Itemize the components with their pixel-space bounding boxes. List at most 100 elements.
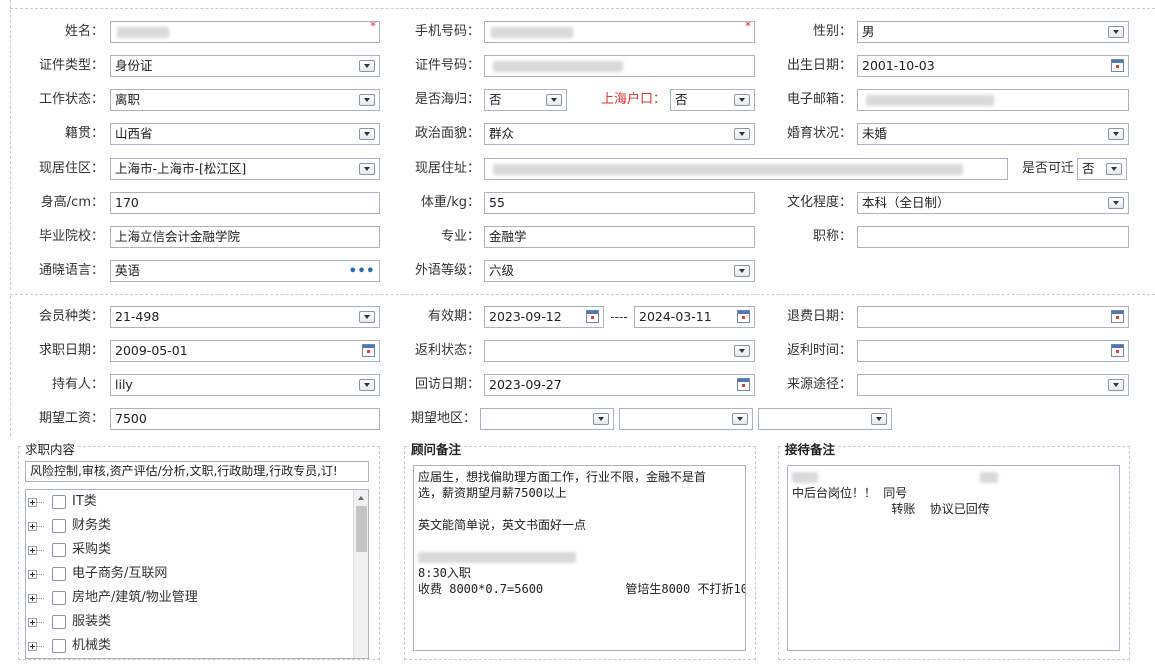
valid-start-input[interactable]: 2023-09-12 (484, 306, 604, 328)
chevron-down-icon[interactable] (1108, 128, 1124, 140)
hukou-select[interactable]: 否 (670, 89, 755, 111)
checkbox[interactable] (52, 519, 66, 533)
calendar-icon[interactable] (1111, 344, 1124, 357)
refund-date-input[interactable] (857, 306, 1129, 328)
email-input[interactable] (857, 89, 1129, 111)
chevron-down-icon[interactable] (1106, 163, 1122, 175)
chevron-down-icon[interactable] (1108, 379, 1124, 391)
checkbox[interactable] (52, 591, 66, 605)
tree-item-label: 服装类 (72, 614, 112, 629)
valid-start-value: 2023-09-12 (489, 309, 562, 324)
chevron-down-icon[interactable] (734, 345, 750, 357)
more-icon[interactable]: ••• (349, 262, 375, 281)
residence-addr-input[interactable] (484, 158, 1008, 180)
tree-connector (37, 526, 44, 527)
expand-icon[interactable] (28, 642, 37, 651)
checkbox[interactable] (52, 543, 66, 557)
calendar-icon[interactable] (1111, 310, 1124, 323)
job-date-input[interactable]: 2009-05-01 (110, 340, 380, 362)
id-type-select[interactable]: 身份证 (110, 55, 380, 77)
overseas-select[interactable]: 否 (484, 89, 567, 111)
calendar-icon[interactable] (586, 310, 599, 323)
region-city-select[interactable] (619, 408, 753, 430)
political-select[interactable]: 群众 (484, 123, 755, 145)
calendar-icon[interactable] (737, 310, 750, 323)
expand-icon[interactable] (28, 594, 37, 603)
region-province-select[interactable] (480, 408, 614, 430)
residence-area-select[interactable]: 上海市-上海市-[松江区] (110, 158, 380, 180)
scroll-thumb[interactable] (356, 506, 367, 552)
chevron-down-icon[interactable] (359, 311, 375, 323)
gender-value: 男 (862, 24, 875, 39)
major-input[interactable]: 金融学 (484, 226, 755, 248)
weight-input[interactable]: 55 (484, 192, 755, 214)
chevron-down-icon[interactable] (359, 163, 375, 175)
relocate-value: 否 (1082, 161, 1095, 176)
language-label: 通晓语言： (38, 263, 104, 278)
chevron-down-icon[interactable] (359, 94, 375, 106)
expand-icon[interactable] (28, 618, 37, 627)
valid-end-input[interactable]: 2024-03-11 (634, 306, 755, 328)
rebate-time-input[interactable] (857, 340, 1129, 362)
tree-connector (37, 502, 44, 503)
job-category-tree: IT类 财务类 采购类 电子商务/互联网 房地产/建筑/物业管理 服装类 机械类 (25, 489, 369, 659)
education-select[interactable]: 本科（全日制） (857, 192, 1129, 214)
calendar-icon[interactable] (362, 344, 375, 357)
checkbox[interactable] (52, 495, 66, 509)
chevron-down-icon[interactable] (734, 128, 750, 140)
lang-level-select[interactable]: 六级 (484, 260, 755, 282)
id-no-input[interactable] (484, 55, 755, 77)
height-input[interactable]: 170 (110, 192, 380, 214)
chevron-down-icon[interactable] (871, 413, 887, 425)
tree-scrollbar[interactable] (353, 490, 368, 658)
name-input[interactable]: * (110, 21, 380, 43)
expand-icon[interactable] (28, 546, 37, 555)
checkbox[interactable] (52, 567, 66, 581)
job-summary-input[interactable]: 风险控制,审核,资产评估/分析,文职,行政助理,行政专员,订! (25, 461, 369, 482)
region-district-select[interactable] (758, 408, 892, 430)
holder-select[interactable]: lily (110, 374, 380, 396)
marital-select[interactable]: 未婚 (857, 123, 1129, 145)
chevron-down-icon[interactable] (359, 60, 375, 72)
chevron-down-icon[interactable] (734, 265, 750, 277)
relocate-select[interactable]: 否 (1077, 158, 1127, 180)
tree-connector (37, 598, 44, 599)
tree-item-label: 财务类 (72, 518, 112, 533)
language-input[interactable]: 英语 ••• (110, 260, 380, 282)
advisor-notes-textarea[interactable]: 应届生，想找偏助理方面工作，行业不限，金融不是首 选，薪资期望月薪7500以上 … (413, 465, 746, 651)
title-input[interactable] (857, 226, 1129, 248)
chevron-down-icon[interactable] (359, 128, 375, 140)
source-select[interactable] (857, 374, 1129, 396)
expand-icon[interactable] (28, 498, 37, 507)
visit-date-input[interactable]: 2023-09-27 (484, 374, 755, 396)
gender-select[interactable]: 男 (857, 21, 1129, 43)
chevron-down-icon[interactable] (359, 379, 375, 391)
work-status-select[interactable]: 离职 (110, 89, 380, 111)
valid-end-value: 2024-03-11 (639, 309, 712, 324)
scroll-up-icon[interactable] (355, 491, 368, 504)
birth-value: 2001-10-03 (862, 58, 935, 73)
checkbox[interactable] (52, 639, 66, 653)
birth-date-input[interactable]: 2001-10-03 (857, 55, 1129, 77)
salary-input[interactable]: 7500 (110, 408, 380, 430)
member-type-select[interactable]: 21-498 (110, 306, 380, 328)
lang-level-label: 外语等级： (414, 263, 480, 278)
phone-input[interactable]: * (484, 21, 755, 43)
chevron-down-icon[interactable] (593, 413, 609, 425)
native-select[interactable]: 山西省 (110, 123, 380, 145)
chevron-down-icon[interactable] (546, 94, 562, 106)
chevron-down-icon[interactable] (732, 413, 748, 425)
lang-level-value: 六级 (489, 263, 515, 278)
school-input[interactable]: 上海立信会计金融学院 (110, 226, 380, 248)
reception-notes-panel: 接待备注 转账 协议已回传 中后台岗位！！ 同号 (778, 439, 1130, 660)
rebate-status-select[interactable] (484, 340, 755, 362)
chevron-down-icon[interactable] (734, 94, 750, 106)
reception-notes-textarea[interactable]: 转账 协议已回传 中后台岗位！！ 同号 (787, 465, 1120, 651)
calendar-icon[interactable] (1111, 59, 1124, 72)
chevron-down-icon[interactable] (1108, 26, 1124, 38)
chevron-down-icon[interactable] (1108, 197, 1124, 209)
expand-icon[interactable] (28, 570, 37, 579)
checkbox[interactable] (52, 615, 66, 629)
expand-icon[interactable] (28, 522, 37, 531)
calendar-icon[interactable] (737, 378, 750, 391)
